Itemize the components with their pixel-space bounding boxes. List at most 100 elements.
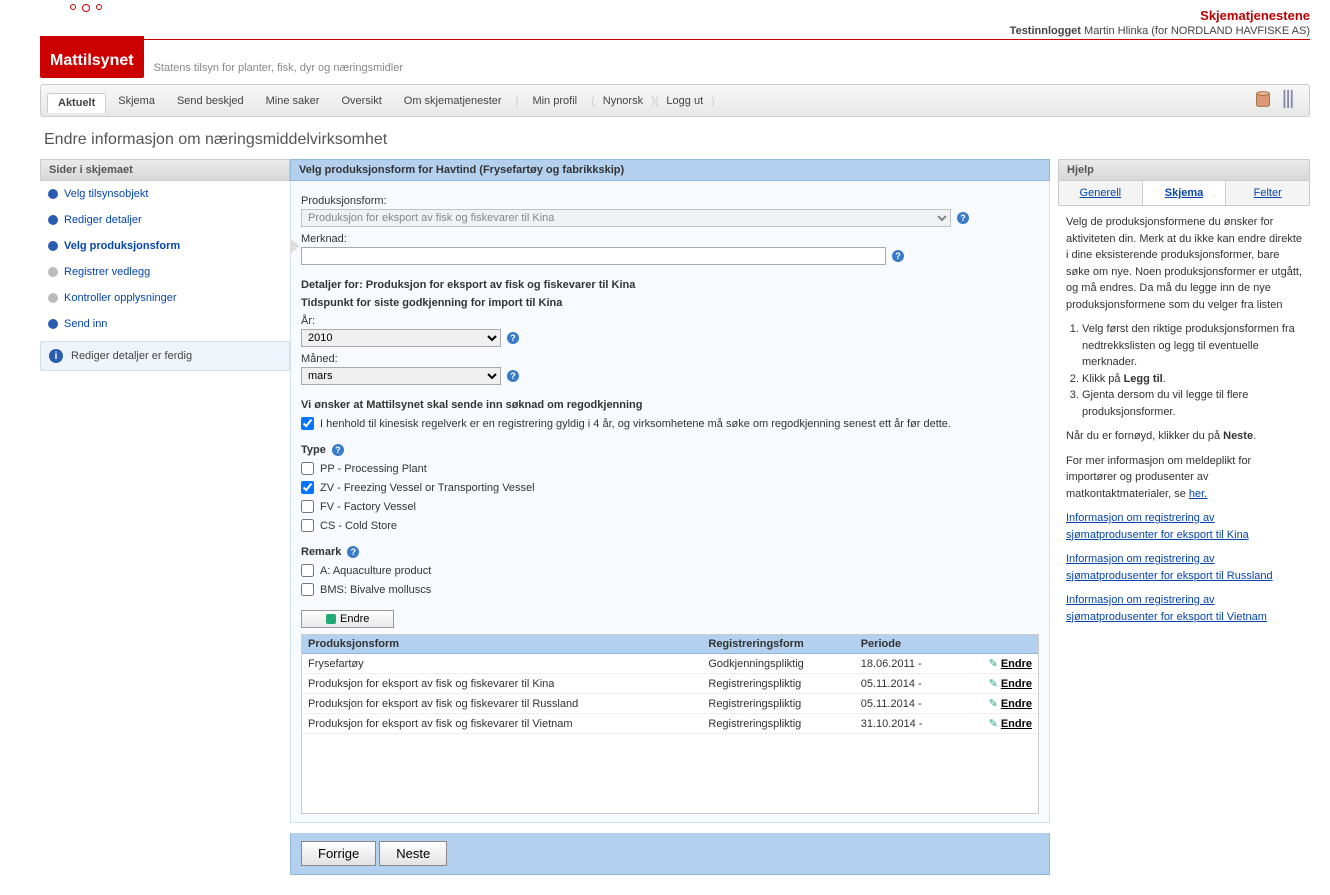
cell-regform: Registreringspliktig: [702, 694, 854, 714]
sidebar-item-kontroller[interactable]: Kontroller opplysninger: [40, 285, 290, 311]
table-row: Produksjon for eksport av fisk og fiskev…: [302, 674, 1038, 694]
tab-mine-saker[interactable]: Mine saker: [256, 92, 330, 110]
tab-logout[interactable]: Logg ut: [662, 92, 707, 110]
edit-icon: [326, 614, 336, 624]
help-tab-generell[interactable]: Generell: [1059, 181, 1143, 205]
help-title: Hjelp: [1058, 159, 1310, 181]
remark-label: BMS: Bivalve molluscs: [320, 584, 431, 596]
logo[interactable]: Mattilsynet: [40, 36, 144, 78]
row-edit-link[interactable]: Endre: [1001, 658, 1032, 670]
service-title: Skjematjenestene: [1010, 8, 1310, 23]
cell-regform: Registreringspliktig: [702, 674, 854, 694]
nav-tabs: Aktuelt Skjema Send beskjed Mine saker O…: [40, 84, 1310, 117]
help-ol3: Gjenta dersom du vil legge til flere pro…: [1082, 387, 1302, 420]
tab-send-beskjed[interactable]: Send beskjed: [167, 92, 254, 110]
year-select[interactable]: 2010: [301, 329, 501, 347]
row-edit-link[interactable]: Endre: [1001, 718, 1032, 730]
prodform-table: Produksjonsform Registreringsform Period…: [302, 635, 1038, 734]
cell-prodform: Produksjon for eksport av fisk og fiskev…: [302, 714, 702, 734]
table-col-regform: Registreringsform: [702, 635, 854, 654]
help-link-her[interactable]: her.: [1189, 488, 1207, 500]
prodform-label: Produksjonsform:: [301, 195, 1039, 207]
cell-periode: 05.11.2014 -: [855, 674, 960, 694]
tab-aktuelt[interactable]: Aktuelt: [47, 93, 106, 113]
sidebar-item-label: Send inn: [64, 318, 107, 330]
endre-button[interactable]: Endre: [301, 610, 394, 628]
pencil-icon: ✎: [989, 678, 998, 690]
sidebar-item-label: Kontroller opplysninger: [64, 292, 177, 304]
help-ol2: Klikk på Legg til.: [1082, 371, 1302, 388]
tab-nynorsk[interactable]: Nynorsk: [599, 92, 647, 110]
remark-checkbox[interactable]: [301, 564, 314, 577]
row-edit-link[interactable]: Endre: [1001, 698, 1032, 710]
cell-regform: Godkjenningspliktig: [702, 654, 854, 674]
help-p2: Når du er fornøyd, klikker du på Neste.: [1066, 428, 1302, 445]
login-info: Testinnlogget Martin Hlinka (for NORDLAN…: [1010, 25, 1310, 37]
pencil-icon: ✎: [989, 698, 998, 710]
type-checkbox[interactable]: [301, 462, 314, 475]
cell-prodform: Produksjon for eksport av fisk og fiskev…: [302, 694, 702, 714]
type-label: ZV - Freezing Vessel or Transporting Ves…: [320, 482, 535, 494]
login-label: Testinnlogget: [1010, 25, 1081, 37]
sidebar-item-rediger[interactable]: Rediger detaljer: [40, 207, 290, 233]
merknad-input[interactable]: [301, 247, 886, 265]
cell-regform: Registreringspliktig: [702, 714, 854, 734]
help-ol1: Velg først den riktige produksjonsformen…: [1082, 321, 1302, 371]
help-tab-skjema[interactable]: Skjema: [1143, 181, 1227, 205]
tagline: Statens tilsyn for planter, fisk, dyr og…: [154, 62, 403, 78]
prev-button[interactable]: Forrige: [301, 841, 376, 866]
page-title: Endre informasjon om næringsmiddelvirkso…: [0, 117, 1330, 159]
type-label: Type: [301, 444, 326, 456]
prodform-select[interactable]: Produksjon for eksport av fisk og fiskev…: [301, 209, 951, 227]
sidebar-info: i Rediger detaljer er ferdig: [40, 341, 290, 371]
help-icon[interactable]: ?: [892, 250, 904, 262]
sidebar-item-tilsynsobjekt[interactable]: Velg tilsynsobjekt: [40, 181, 290, 207]
type-label: FV - Factory Vessel: [320, 501, 416, 513]
bullet-icon: [48, 215, 58, 225]
bullet-icon: [48, 267, 58, 277]
endre-button-label: Endre: [340, 613, 369, 625]
tab-min-profil[interactable]: Min profil: [522, 92, 587, 110]
main-title: Velg produksjonsform for Havtind (Frysef…: [290, 159, 1050, 181]
help-tab-felter[interactable]: Felter: [1226, 181, 1309, 205]
type-label: CS - Cold Store: [320, 520, 397, 532]
help-icon[interactable]: ?: [507, 332, 519, 344]
sidebar-item-label: Rediger detaljer: [64, 214, 142, 226]
table-col-prodform: Produksjonsform: [302, 635, 702, 654]
help-link-kina[interactable]: Informasjon om registrering av sjømatpro…: [1066, 512, 1249, 541]
type-checkbox[interactable]: [301, 481, 314, 494]
month-select[interactable]: mars: [301, 367, 501, 385]
type-checkbox[interactable]: [301, 500, 314, 513]
type-checkbox[interactable]: [301, 519, 314, 532]
sidebar-info-text: Rediger detaljer er ferdig: [71, 350, 192, 362]
tab-skjema[interactable]: Skjema: [108, 92, 165, 110]
help-icon[interactable]: ?: [957, 212, 969, 224]
help-icon[interactable]: ?: [347, 546, 359, 558]
row-edit-link[interactable]: Endre: [1001, 678, 1032, 690]
info-icon: i: [49, 349, 63, 363]
month-label: Måned:: [301, 353, 1039, 365]
remark-checkbox[interactable]: [301, 583, 314, 596]
details-title: Detaljer for: Produksjon for eksport av …: [301, 279, 1039, 291]
sidebar-item-produksjonsform[interactable]: Velg produksjonsform: [40, 233, 290, 259]
sidebar-item-label: Velg produksjonsform: [64, 240, 180, 252]
sidebar-title: Sider i skjemaet: [40, 159, 290, 181]
tab-oversikt[interactable]: Oversikt: [331, 92, 391, 110]
sidebar-item-send[interactable]: Send inn: [40, 311, 290, 337]
tab-om[interactable]: Om skjematjenester: [394, 92, 512, 110]
year-label: År:: [301, 315, 1039, 327]
logo-dot-icon: [82, 4, 90, 12]
bullet-icon: [48, 189, 58, 199]
reapproval-label: I henhold til kinesisk regelverk er en r…: [320, 418, 951, 430]
help-link-vietnam[interactable]: Informasjon om registrering av sjømatpro…: [1066, 594, 1267, 623]
help-icon[interactable]: ?: [507, 370, 519, 382]
cell-periode: 05.11.2014 -: [855, 694, 960, 714]
help-icon[interactable]: ?: [332, 444, 344, 456]
login-user: Martin Hlinka (for NORDLAND HAVFISKE AS): [1084, 25, 1310, 37]
sidebar-item-vedlegg[interactable]: Registrer vedlegg: [40, 259, 290, 285]
next-button[interactable]: Neste: [379, 841, 447, 866]
help-link-russland[interactable]: Informasjon om registrering av sjømatpro…: [1066, 553, 1273, 582]
table-row: Produksjon for eksport av fisk og fiskev…: [302, 714, 1038, 734]
can-icon: [1253, 88, 1273, 113]
reapproval-checkbox[interactable]: [301, 417, 314, 430]
